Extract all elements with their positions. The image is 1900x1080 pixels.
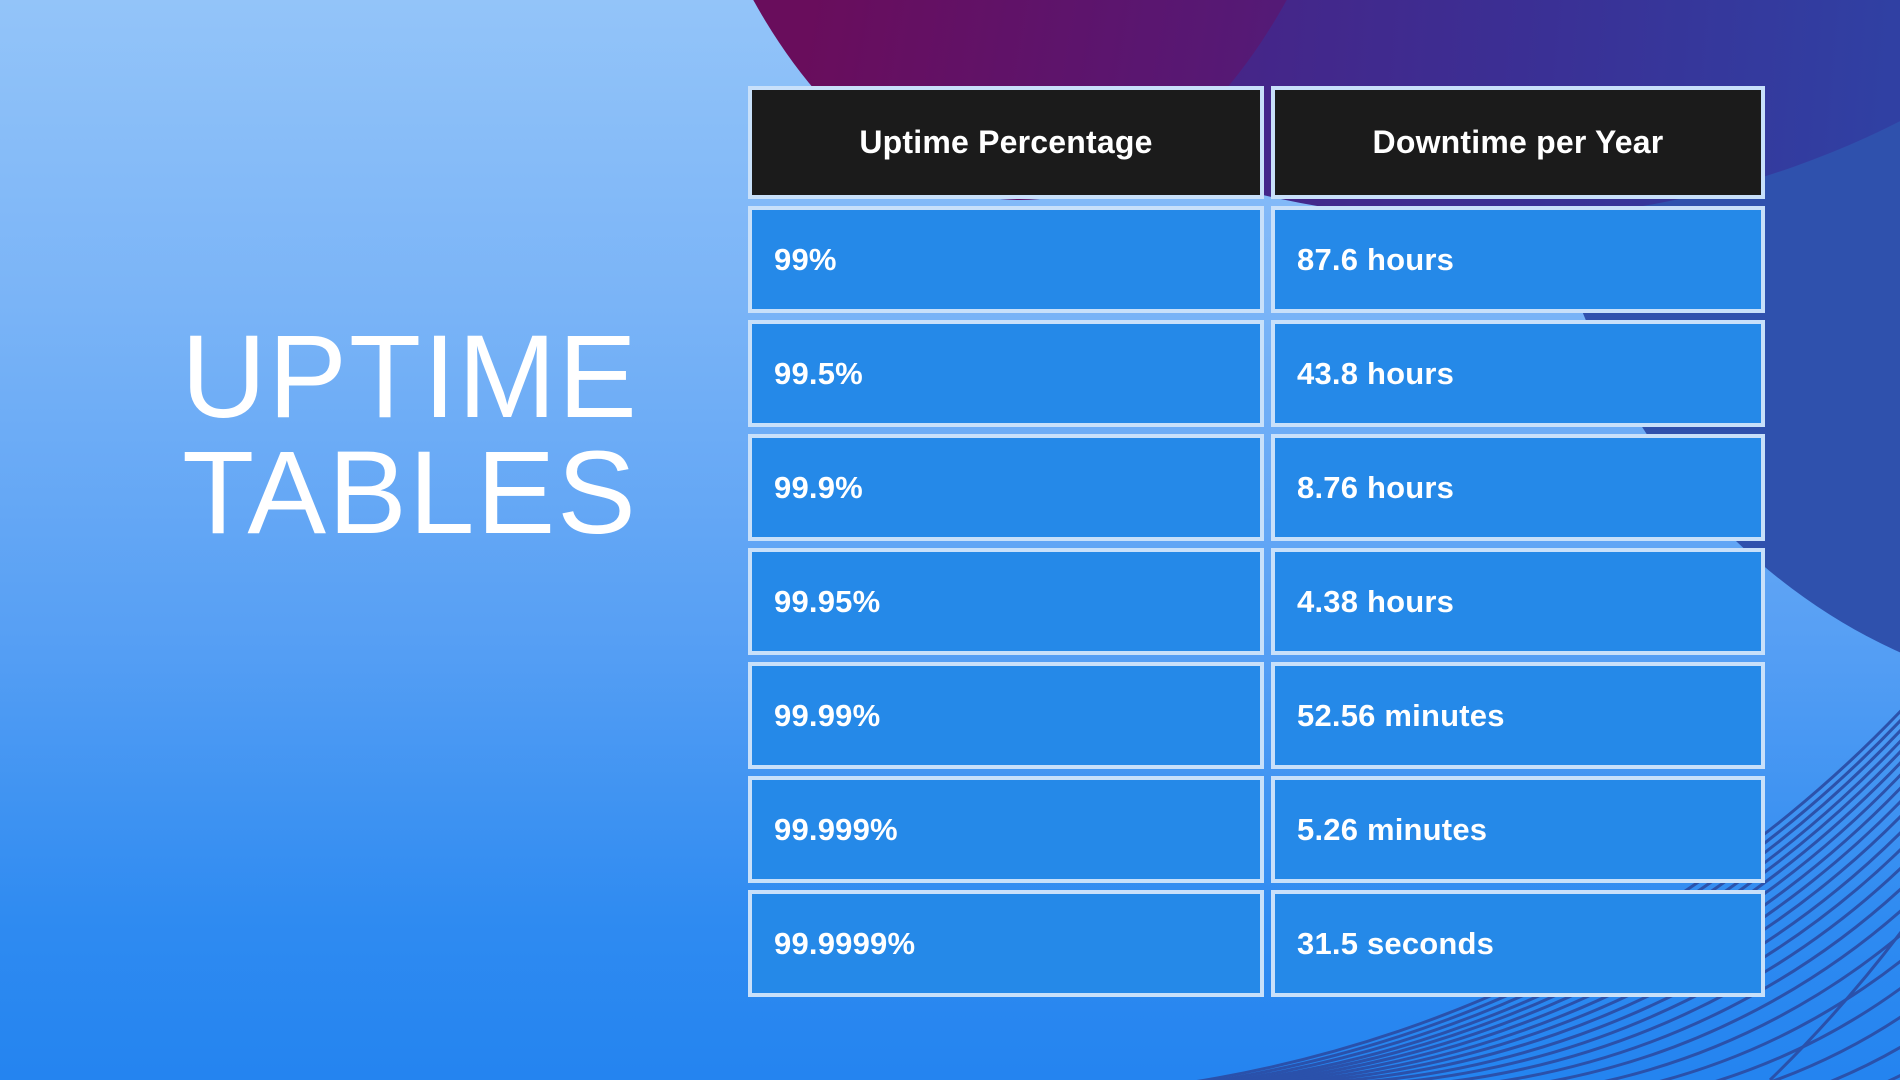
table-header-row: Uptime Percentage Downtime per Year — [748, 86, 1765, 199]
table-row: 99.99% 52.56 minutes — [748, 662, 1765, 769]
cell-downtime: 87.6 hours — [1271, 206, 1765, 313]
cell-downtime: 4.38 hours — [1271, 548, 1765, 655]
cell-uptime: 99% — [748, 206, 1264, 313]
cell-uptime: 99.999% — [748, 776, 1264, 883]
cell-downtime: 43.8 hours — [1271, 320, 1765, 427]
table-row: 99.5% 43.8 hours — [748, 320, 1765, 427]
cell-downtime: 31.5 seconds — [1271, 890, 1765, 997]
cell-downtime: 52.56 minutes — [1271, 662, 1765, 769]
table-row: 99.9% 8.76 hours — [748, 434, 1765, 541]
column-header-downtime-per-year: Downtime per Year — [1271, 86, 1765, 199]
cell-uptime: 99.95% — [748, 548, 1264, 655]
table-row: 99.999% 5.26 minutes — [748, 776, 1765, 883]
page-title: UPTIME TABLES — [181, 311, 639, 559]
cell-downtime: 5.26 minutes — [1271, 776, 1765, 883]
uptime-table: Uptime Percentage Downtime per Year 99% … — [748, 86, 1765, 997]
table-row: 99% 87.6 hours — [748, 206, 1765, 313]
table-row: 99.9999% 31.5 seconds — [748, 890, 1765, 997]
cell-downtime: 8.76 hours — [1271, 434, 1765, 541]
cell-uptime: 99.5% — [748, 320, 1264, 427]
cell-uptime: 99.9999% — [748, 890, 1264, 997]
column-header-uptime-percentage: Uptime Percentage — [748, 86, 1264, 199]
cell-uptime: 99.9% — [748, 434, 1264, 541]
table-row: 99.95% 4.38 hours — [748, 548, 1765, 655]
cell-uptime: 99.99% — [748, 662, 1264, 769]
